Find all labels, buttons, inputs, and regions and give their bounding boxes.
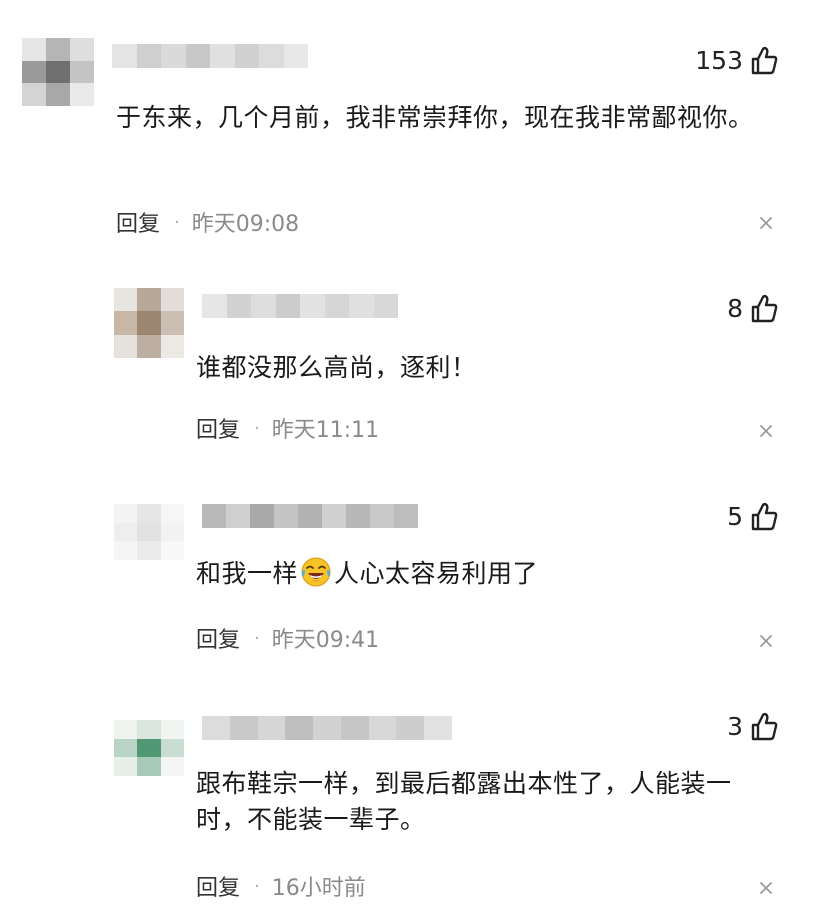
comment-timestamp: 昨天09:41 — [271, 628, 380, 653]
like-button[interactable]: 8 — [727, 294, 778, 323]
like-button[interactable]: 5 — [727, 502, 778, 531]
close-icon[interactable] — [758, 423, 774, 439]
meta-separator: · — [254, 417, 260, 439]
reply-button[interactable]: 回复 — [116, 206, 160, 238]
close-icon[interactable] — [758, 215, 774, 231]
thumbs-up-icon — [751, 46, 778, 75]
comment-text-after-emoji: 人心太容易利用了 — [334, 559, 539, 588]
like-button[interactable]: 153 — [695, 46, 778, 75]
reply-item: 5 和我一样 人心太容易利用了 回复 · 昨天09:41 — [0, 470, 822, 680]
like-button[interactable]: 3 — [727, 712, 778, 741]
username-blurred[interactable] — [112, 44, 308, 68]
comment-text-before-emoji: 和我一样 — [196, 559, 299, 588]
close-icon[interactable] — [758, 633, 774, 649]
like-count: 5 — [727, 502, 743, 531]
avatar[interactable] — [114, 720, 184, 776]
thumbs-up-icon — [751, 712, 778, 741]
comment-text: 于东来，几个月前，我非常崇拜你，现在我非常鄙视你。 — [116, 103, 754, 132]
like-count: 3 — [727, 712, 743, 741]
username-blurred[interactable] — [202, 504, 418, 528]
comment-meta: 回复 · 昨天11:11 — [196, 412, 379, 444]
comment-text: 跟布鞋宗一样，到最后都露出本性了，人能装一时，不能装一辈子。 — [196, 769, 732, 834]
comment-meta: 回复 · 昨天09:08 — [116, 206, 299, 238]
meta-separator: · — [254, 875, 260, 897]
laughing-crying-emoji-icon — [300, 556, 332, 588]
comment-timestamp: 昨天11:11 — [271, 418, 380, 443]
close-icon[interactable] — [758, 880, 774, 896]
comment-text: 和我一样 人心太容易利用了 — [196, 556, 756, 592]
avatar[interactable] — [22, 38, 94, 106]
comment-timestamp: 昨天09:08 — [191, 212, 300, 237]
username-blurred[interactable] — [202, 716, 453, 740]
reply-item: 3 跟布鞋宗一样，到最后都露出本性了，人能装一时，不能装一辈子。 回复 · 16… — [0, 680, 822, 916]
comment-text: 谁都没那么高尚，逐利！ — [196, 353, 477, 382]
comment-list: 153 于东来，几个月前，我非常崇拜你，现在我非常鄙视你。 回复 · 昨天09:… — [0, 0, 822, 916]
comment-item: 153 于东来，几个月前，我非常崇拜你，现在我非常鄙视你。 回复 · 昨天09:… — [0, 0, 822, 260]
thumbs-up-icon — [751, 294, 778, 323]
avatar[interactable] — [114, 504, 184, 560]
like-count: 8 — [727, 294, 743, 323]
comment-meta: 回复 · 16小时前 — [196, 870, 366, 902]
like-count: 153 — [695, 46, 743, 75]
reply-button[interactable]: 回复 — [196, 412, 240, 444]
comment-meta: 回复 · 昨天09:41 — [196, 622, 379, 654]
meta-separator: · — [254, 627, 260, 649]
thumbs-up-icon — [751, 502, 778, 531]
meta-separator: · — [174, 211, 180, 233]
reply-button[interactable]: 回复 — [196, 870, 240, 902]
avatar[interactable] — [114, 288, 184, 358]
reply-item: 8 谁都没那么高尚，逐利！ 回复 · 昨天11:11 — [0, 260, 822, 470]
reply-button[interactable]: 回复 — [196, 622, 240, 654]
username-blurred[interactable] — [202, 294, 398, 318]
comment-timestamp: 16小时前 — [271, 876, 366, 901]
